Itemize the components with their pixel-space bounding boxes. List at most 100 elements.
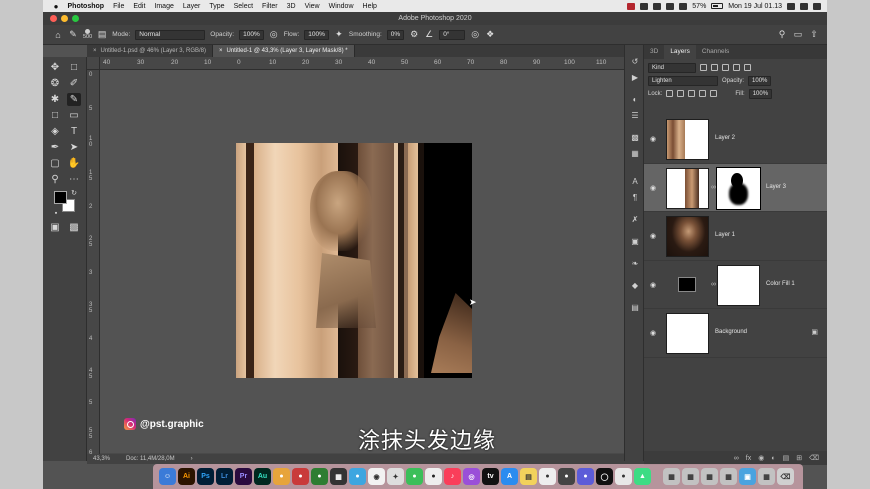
symmetry-icon[interactable]: ❖ — [485, 29, 495, 40]
control-center-icon[interactable] — [813, 2, 821, 10]
layer-row[interactable]: ◉ Layer 1 — [644, 212, 827, 261]
cube-icon[interactable]: ▣ — [630, 237, 640, 247]
safari-icon[interactable]: ✦ — [387, 468, 404, 485]
more-tools-icon[interactable]: ⋯ — [67, 173, 81, 186]
folder-icon[interactable]: ▦ — [701, 468, 718, 485]
layer-style-icon[interactable]: fx — [746, 455, 751, 462]
layer-name[interactable]: Layer 3 — [766, 184, 786, 190]
apple-icon[interactable]: ● — [49, 2, 63, 11]
minimize-window-button[interactable] — [61, 15, 68, 22]
menu-filter[interactable]: Filter — [258, 3, 283, 10]
crop-tool-icon[interactable]: □ — [48, 109, 62, 122]
quick-mask-icon[interactable]: ▣ — [48, 221, 62, 234]
properties-icon[interactable]: ☰ — [630, 111, 640, 121]
rectangle-tool-icon[interactable]: ▢ — [48, 157, 62, 170]
visibility-eye-icon[interactable]: ◉ — [650, 184, 656, 192]
tab-untitled-psd[interactable]: × Untitled-1.psd @ 46% (Layer 3, RGB/8) — [87, 45, 213, 57]
smoothing-gear-icon[interactable]: ⚙ — [409, 29, 419, 40]
menu-view[interactable]: View — [300, 3, 324, 10]
layer-thumbnail[interactable] — [666, 119, 709, 160]
new-group-icon[interactable]: ▤ — [783, 454, 790, 462]
app-icon[interactable]: ● — [539, 468, 556, 485]
flow-field[interactable]: 100% — [304, 29, 329, 40]
lock-position-icon[interactable] — [688, 90, 696, 97]
layer-thumbnail[interactable] — [666, 167, 709, 209]
lightroom-app-icon[interactable]: Lr — [216, 468, 233, 485]
paragraph-icon[interactable]: ¶ — [630, 193, 640, 203]
blend-mode-select[interactable]: Lighten — [648, 75, 718, 86]
eraser-tool-icon[interactable]: ▭ — [67, 109, 81, 122]
new-layer-icon[interactable]: ⊞ — [796, 454, 802, 462]
pen-tool-icon[interactable]: ✒ — [48, 141, 62, 154]
battery-icon[interactable] — [711, 3, 724, 9]
pressure-opacity-icon[interactable]: ◎ — [269, 29, 279, 40]
close-tab-icon[interactable]: × — [93, 48, 97, 54]
chevron-right-icon[interactable]: › — [191, 456, 193, 462]
pressure-size-icon[interactable]: ◎ — [470, 29, 480, 40]
podcasts-icon[interactable]: ◎ — [463, 468, 480, 485]
brush-settings-icon[interactable]: ❧ — [630, 259, 640, 269]
creative-cloud-icon[interactable] — [653, 2, 662, 10]
lock-all-icon[interactable] — [710, 90, 718, 97]
app-icon[interactable]: ● — [406, 468, 423, 485]
fill-field[interactable]: 100% — [748, 88, 773, 99]
menubar-clock[interactable]: Mon 19 Jul 01.13 — [728, 3, 782, 10]
folder-icon[interactable]: ▦ — [663, 468, 680, 485]
menu-window[interactable]: Window — [324, 3, 358, 10]
mode-select[interactable]: Normal — [135, 29, 206, 40]
app-store-icon[interactable]: A — [501, 468, 518, 485]
tab-layers[interactable]: Layers — [664, 45, 696, 59]
canvas-area[interactable]: ➤ — [100, 70, 662, 453]
visibility-eye-icon[interactable]: ◉ — [650, 281, 656, 289]
lock-artboard-icon[interactable] — [699, 90, 707, 97]
home-icon[interactable]: ⌂ — [53, 30, 63, 40]
lock-transparent-icon[interactable] — [666, 90, 674, 97]
illustrator-app-icon[interactable]: Ai — [178, 468, 195, 485]
layer-row[interactable]: ◉ Layer 2 — [644, 115, 827, 164]
airbrush-icon[interactable]: ✦ — [334, 29, 344, 40]
lock-pixels-icon[interactable] — [677, 90, 685, 97]
lasso-tool-icon[interactable]: ❂ — [48, 77, 62, 90]
layer-name[interactable]: Layer 2 — [715, 135, 735, 141]
layer-mask-thumbnail[interactable] — [716, 166, 761, 210]
smoothing-field[interactable]: 0% — [386, 29, 405, 40]
premiere-app-icon[interactable]: Pr — [235, 468, 252, 485]
character-icon[interactable]: A — [630, 177, 640, 187]
brush-preset-picker[interactable]: 500 — [83, 29, 92, 40]
swap-colors-icon[interactable]: ↻ — [67, 187, 81, 200]
zoom-tool-icon[interactable]: ⚲ — [48, 173, 62, 186]
horizontal-ruler[interactable]: 40 30 20 10 0 10 20 30 40 50 60 70 80 90… — [100, 57, 662, 70]
shape-filter-icon[interactable] — [733, 64, 740, 71]
share-icon[interactable]: ⇧ — [809, 29, 819, 40]
path-select-icon[interactable]: ➤ — [67, 141, 81, 154]
wifi-icon[interactable] — [679, 2, 688, 10]
record-icon[interactable] — [627, 2, 636, 10]
screen-icon[interactable] — [640, 2, 649, 10]
ruler-origin[interactable] — [87, 57, 100, 70]
angle-field[interactable]: 0° — [439, 29, 466, 40]
notes-icon[interactable]: ▤ — [520, 468, 537, 485]
tab-untitled-active[interactable]: × Untitled-1 @ 43,3% (Layer 3, Layer Mask… — [212, 45, 355, 57]
layer-row-selected[interactable]: ◉ ∞ Layer 3 — [644, 163, 827, 212]
brush-tool-icon[interactable]: ✎ — [67, 93, 81, 106]
workspace-icon[interactable]: ▭ — [793, 29, 803, 40]
search-icon[interactable]: ⚲ — [777, 29, 787, 40]
audition-app-icon[interactable]: Au — [254, 468, 271, 485]
folder-icon[interactable]: ▦ — [682, 468, 699, 485]
menu-layer[interactable]: Layer — [178, 3, 205, 10]
menu-image[interactable]: Image — [150, 3, 178, 10]
vertical-ruler[interactable]: 0 5 1 0 1 5 2 2 5 3 3 5 4 4 5 5 5 5 6 — [87, 70, 100, 461]
android-icon[interactable]: ▲ — [634, 468, 651, 485]
app-icon[interactable]: ● — [273, 468, 290, 485]
brush-tool-icon[interactable]: ✎ — [68, 29, 78, 40]
layer-thumbnail[interactable] — [666, 216, 709, 257]
type-tool-icon[interactable]: T — [67, 125, 81, 138]
tab-3d[interactable]: 3D — [644, 45, 664, 59]
menu-help[interactable]: Help — [358, 3, 381, 10]
kind-filter-select[interactable]: Kind — [648, 62, 696, 73]
layer-name[interactable]: Layer 1 — [715, 232, 735, 238]
music-icon[interactable]: ♪ — [444, 468, 461, 485]
layer-name[interactable]: Background — [715, 329, 747, 335]
history-icon[interactable]: ↺ — [630, 57, 640, 67]
app-icon[interactable]: ● — [311, 468, 328, 485]
